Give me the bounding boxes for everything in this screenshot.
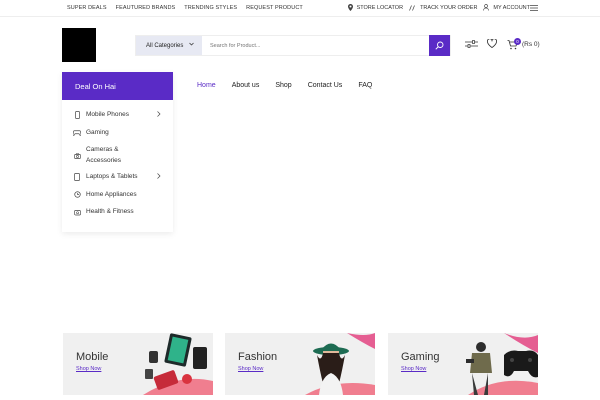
camera-icon	[73, 151, 81, 161]
cart-total: (Rs 0)	[522, 41, 540, 48]
sidebar-item-gaming[interactable]: Gaming	[62, 128, 173, 139]
tablet-icon	[73, 172, 81, 182]
category-list: Mobile Phones Gaming Cameras & Accessori…	[62, 100, 173, 218]
user-icon	[483, 4, 490, 11]
gaming-products-image	[466, 333, 538, 395]
site-logo[interactable]	[62, 28, 96, 62]
nav-home[interactable]: Home	[197, 82, 216, 89]
top-link-super-deals[interactable]: SUPER DEALS	[67, 5, 107, 11]
banner-title: Mobile	[76, 351, 109, 363]
track-order-label: TRACK YOUR ORDER	[420, 4, 478, 11]
top-link-trending-styles[interactable]: TRENDING STYLES	[184, 5, 237, 11]
top-right-links: STORE LOCATOR TRACK YOUR ORDER MY ACCOUN…	[342, 4, 530, 11]
chevron-right-icon	[157, 173, 161, 179]
banner-gaming[interactable]: Gaming Shop Now	[388, 333, 538, 395]
sidebar-item-label: Laptops & Tablets	[86, 173, 138, 180]
my-account-label: MY ACCOUNT	[493, 4, 530, 11]
category-select-label: All Categories	[146, 42, 184, 49]
mobile-products-image	[143, 333, 213, 395]
menu-icon[interactable]	[530, 5, 538, 11]
top-link-request-product[interactable]: REQUEST PRODUCT	[246, 5, 303, 11]
shop-now-link[interactable]: Shop Now	[238, 366, 263, 372]
gamepad-icon	[73, 128, 81, 138]
search-icon	[435, 41, 444, 50]
sidebar-item-home-appliances[interactable]: Home Appliances	[62, 190, 173, 201]
top-bar: SUPER DEALS FEAUTURED BRANDS TRENDING ST…	[0, 0, 600, 17]
search-bar: All Categories	[135, 35, 451, 56]
nav-faq[interactable]: FAQ	[358, 82, 372, 89]
banner-title: Fashion	[238, 351, 278, 363]
banner-title: Gaming	[401, 351, 440, 363]
fitness-icon	[73, 207, 81, 217]
category-select[interactable]: All Categories	[136, 36, 202, 55]
sidebar-item-mobile-phones[interactable]: Mobile Phones	[62, 110, 173, 121]
fashion-model-image	[305, 333, 375, 395]
search-input[interactable]	[206, 38, 426, 53]
mobile-icon	[73, 110, 81, 120]
store-locator-label: STORE LOCATOR	[356, 4, 404, 11]
sidebar-item-health-fitness[interactable]: Health & Fitness	[62, 207, 173, 218]
track-order-link[interactable]: TRACK YOUR ORDER	[409, 5, 477, 11]
sidebar-item-laptops[interactable]: Laptops & Tablets	[62, 172, 173, 183]
nav-shop[interactable]: Shop	[275, 82, 291, 89]
wishlist-heart-icon[interactable]	[487, 39, 497, 48]
cart-count-badge: 0	[514, 38, 521, 45]
sidebar-item-label: Cameras & Accessories	[86, 146, 122, 164]
shop-now-link[interactable]: Shop Now	[401, 366, 426, 372]
top-link-featured-brands[interactable]: FEAUTURED BRANDS	[116, 5, 176, 11]
map-pin-icon	[347, 4, 353, 11]
sidebar-title: Deal On Hai	[62, 72, 173, 100]
compare-icon[interactable]	[465, 39, 478, 49]
route-icon	[409, 4, 415, 11]
nav-about-us[interactable]: About us	[232, 82, 260, 89]
top-links: SUPER DEALS FEAUTURED BRANDS TRENDING ST…	[67, 5, 312, 11]
banner-mobile[interactable]: Mobile Shop Now	[63, 333, 213, 395]
shop-now-link[interactable]: Shop Now	[76, 366, 101, 372]
category-sidebar: Deal On Hai Mobile Phones Gaming Cameras…	[62, 72, 173, 232]
sidebar-item-label: Mobile Phones	[86, 111, 129, 118]
banner-fashion[interactable]: Fashion Shop Now	[225, 333, 375, 395]
chevron-right-icon	[157, 111, 161, 117]
chevron-down-icon	[189, 42, 194, 46]
sidebar-item-label: Home Appliances	[86, 190, 137, 198]
sidebar-item-cameras[interactable]: Cameras & Accessories	[62, 145, 173, 166]
search-button[interactable]	[429, 35, 450, 56]
sidebar-item-label: Health & Fitness	[86, 208, 134, 215]
sidebar-item-label: Gaming	[86, 128, 109, 136]
main-nav: Home About us Shop Contact Us FAQ	[197, 82, 388, 89]
nav-contact-us[interactable]: Contact Us	[308, 82, 343, 89]
my-account-link[interactable]: MY ACCOUNT	[483, 4, 530, 11]
store-locator-link[interactable]: STORE LOCATOR	[347, 4, 404, 11]
appliance-icon	[73, 190, 81, 200]
